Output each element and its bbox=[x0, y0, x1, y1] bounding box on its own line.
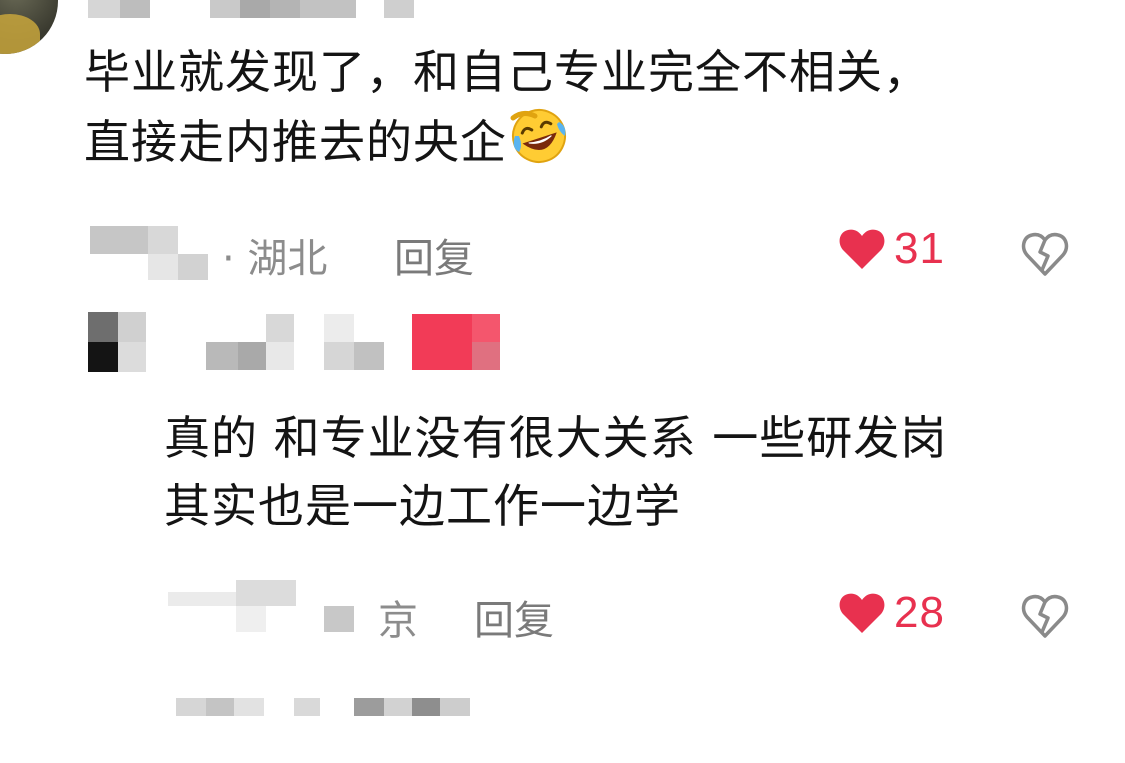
heart-icon bbox=[839, 229, 885, 269]
comment-1-line-2-text: 直接走内推去的央企 bbox=[84, 115, 507, 169]
author-badge bbox=[412, 314, 472, 370]
comment-2-line-1: 真的 和专业没有很大关系 一些研发岗 bbox=[164, 411, 948, 465]
comment-1-reply-button[interactable]: 回复 bbox=[394, 226, 474, 284]
comment-2-like-count: 28 bbox=[894, 588, 945, 637]
comment-1-like-button[interactable]: 31 bbox=[838, 224, 945, 274]
avatar[interactable] bbox=[0, 0, 58, 54]
comment-2-reply-button[interactable]: 回复 bbox=[474, 588, 554, 646]
rofl-emoji-icon bbox=[509, 106, 569, 166]
comment-1-text[interactable]: 毕业就发现了，和自己专业完全不相关， 直接走内推去的央企 bbox=[84, 38, 930, 176]
comment-1-location: · 湖北 bbox=[222, 236, 328, 282]
comment-2-location: 京 bbox=[378, 598, 418, 644]
broken-heart-icon[interactable] bbox=[1020, 228, 1070, 278]
comment-1-line-2: 直接走内推去的央企 bbox=[84, 106, 930, 176]
comment-2-like-button[interactable]: 28 bbox=[838, 588, 945, 638]
broken-heart-icon[interactable] bbox=[1020, 590, 1070, 640]
comment-2-text[interactable]: 真的 和专业没有很大关系 一些研发岗 其实也是一边工作一边学 bbox=[164, 404, 947, 540]
heart-icon bbox=[839, 593, 885, 633]
comment-2-line-2: 其实也是一边工作一边学 bbox=[164, 479, 681, 533]
comment-1-line-1: 毕业就发现了，和自己专业完全不相关， bbox=[84, 45, 930, 99]
comment-1-like-count: 31 bbox=[894, 224, 945, 273]
